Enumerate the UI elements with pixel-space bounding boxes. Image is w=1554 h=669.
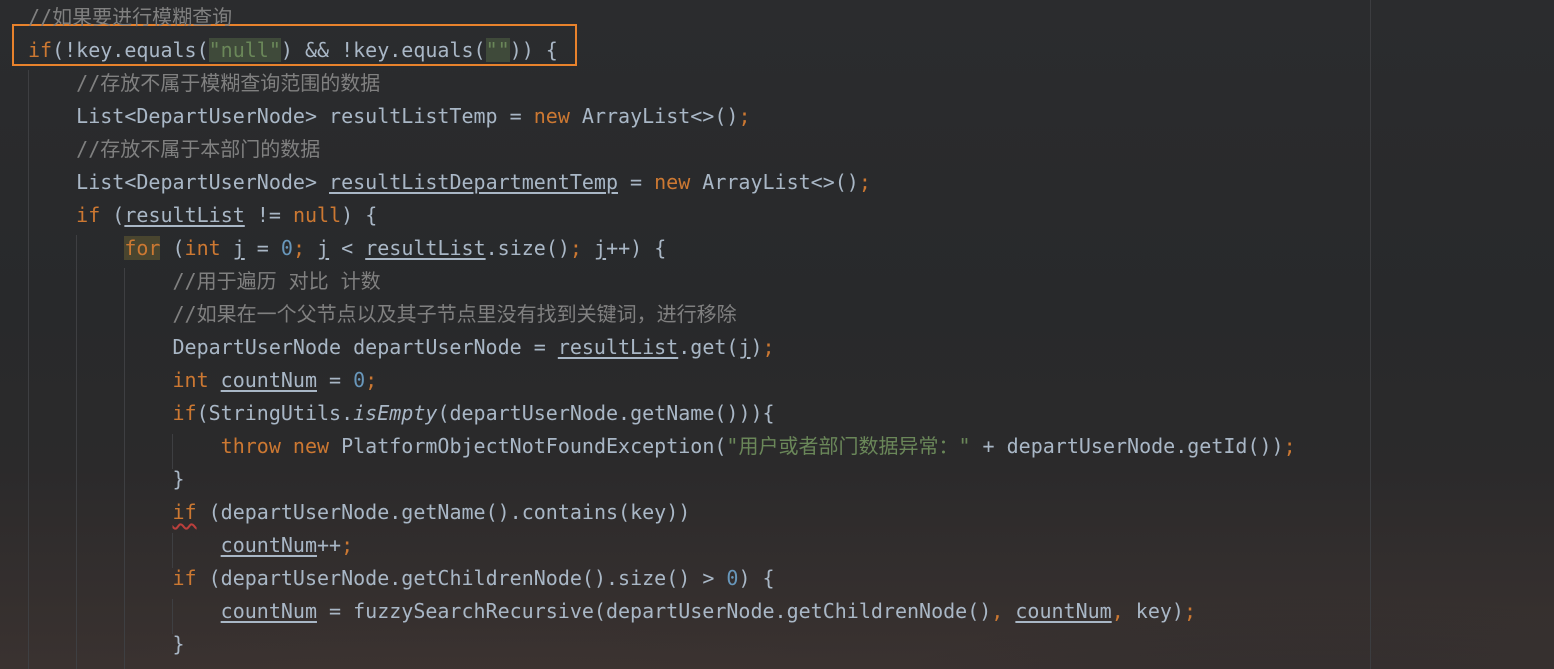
code-line[interactable]: //如果在一个父节点以及其子节点里没有找到关键词，进行移除 [28, 298, 737, 331]
code-line[interactable]: //存放不属于本部门的数据 [28, 133, 320, 166]
code-line[interactable]: if(!key.equals("null") && !key.equals(""… [28, 34, 558, 67]
code-line[interactable]: countNum = fuzzySearchRecursive(departUs… [28, 595, 1196, 628]
code-line[interactable]: countNum++; [28, 529, 353, 562]
code-line[interactable]: DepartUserNode departUserNode = resultLi… [28, 331, 774, 364]
right-margin-guide [1370, 0, 1371, 669]
code-line[interactable]: } [28, 463, 184, 496]
code-editor[interactable]: //如果要进行模糊查询 if(!key.equals("null") && !k… [0, 0, 1554, 669]
code-line[interactable]: List<DepartUserNode> resultListTemp = ne… [28, 100, 750, 133]
code-line[interactable]: //用于遍历 对比 计数 [28, 265, 381, 298]
code-line[interactable]: //存放不属于模糊查询范围的数据 [28, 67, 380, 100]
code-line[interactable]: //如果要进行模糊查询 [28, 1, 232, 34]
code-line[interactable]: if (resultList != null) { [28, 199, 377, 232]
code-line[interactable]: int countNum = 0; [28, 364, 378, 397]
code-line[interactable]: if(StringUtils.isEmpty(departUserNode.ge… [28, 397, 775, 430]
code-line[interactable]: if (departUserNode.getChildrenNode().siz… [28, 562, 775, 595]
code-line[interactable]: throw new PlatformObjectNotFoundExceptio… [28, 430, 1296, 463]
code-line[interactable]: List<DepartUserNode> resultListDepartmen… [28, 166, 871, 199]
code-line[interactable]: for (int j = 0; j < resultList.size(); j… [28, 232, 666, 265]
code-line[interactable]: if (departUserNode.getName().contains(ke… [28, 496, 691, 529]
code-line[interactable]: } [28, 628, 184, 661]
